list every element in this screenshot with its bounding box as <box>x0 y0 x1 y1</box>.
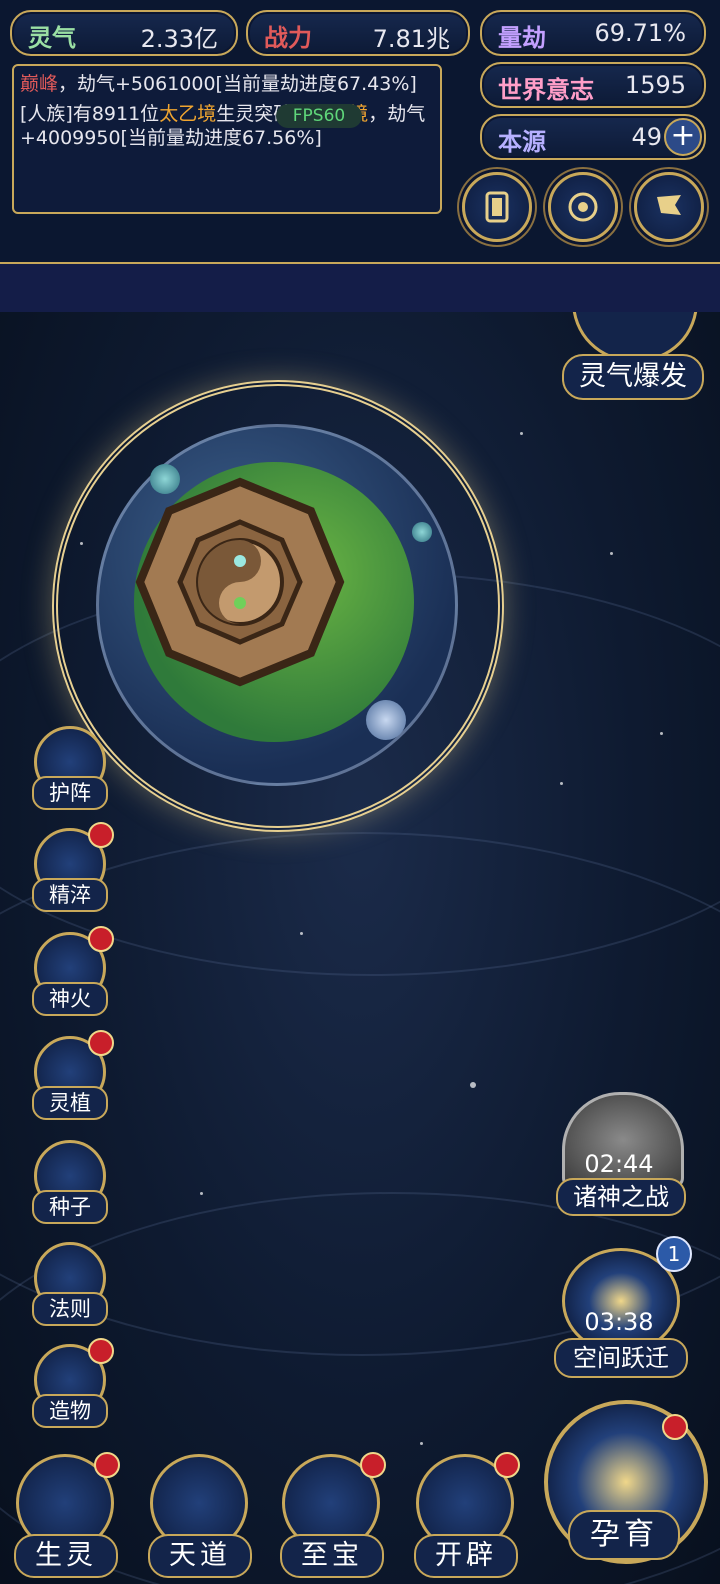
card-icon <box>485 191 509 223</box>
war-timer: 02:44 <box>584 1150 654 1178</box>
side-menu-item[interactable]: 护阵 <box>28 726 108 814</box>
bottom-nav-label: 生灵 <box>14 1534 118 1578</box>
log-text: [人族]有8911位 <box>20 103 160 125</box>
side-menu-label: 护阵 <box>32 776 108 810</box>
world-will-value: 1595 <box>624 71 686 99</box>
bottom-nav-label: 开辟 <box>414 1534 518 1578</box>
world-will-stat[interactable]: 世界意志 1595 <box>480 62 706 108</box>
side-menu-item[interactable]: 灵植 <box>28 1030 114 1124</box>
leap-event[interactable]: 1 03:38 空间跃迁 <box>554 1236 692 1378</box>
zhanli-label: 战力 <box>264 24 312 52</box>
side-menu-item[interactable]: 神火 <box>28 926 114 1020</box>
benyuan-stat[interactable]: 本源 49 + <box>480 114 706 160</box>
flag-icon <box>657 195 681 215</box>
vortex-icon <box>568 192 598 222</box>
incubate-label: 孕育 <box>568 1510 680 1560</box>
burst-button[interactable]: 灵气爆发 <box>562 354 704 400</box>
bagua-icon <box>135 477 345 687</box>
notification-dot <box>88 1338 114 1364</box>
log-entry: 巅峰，劫气+5061000[当前量劫进度67.43%] <box>20 72 434 96</box>
leap-timer: 03:38 <box>584 1308 654 1336</box>
bottom-nav-item[interactable]: 至宝 <box>274 1452 386 1578</box>
moon-large <box>366 700 406 740</box>
war-event[interactable]: 02:44 诸神之战 <box>556 1092 686 1216</box>
side-menu-label: 灵植 <box>32 1086 108 1120</box>
side-menu-label: 神火 <box>32 982 108 1016</box>
notification-dot <box>88 1030 114 1056</box>
bottom-nav-item[interactable]: 开辟 <box>408 1452 520 1578</box>
side-menu-label: 法则 <box>32 1292 108 1326</box>
side-menu-item[interactable]: 精淬 <box>28 822 114 916</box>
side-menu-item[interactable]: 造物 <box>28 1338 114 1432</box>
log-entry: [人族]有8911位太乙境生灵突破至大罗境，劫气+4009950[当前量劫进度6… <box>20 102 434 150</box>
war-label: 诸神之战 <box>556 1178 686 1216</box>
bottom-nav-label: 至宝 <box>280 1534 384 1578</box>
side-menu-item[interactable]: 法则 <box>28 1242 108 1330</box>
benyuan-label: 本源 <box>498 128 546 156</box>
lingqi-label: 灵气 <box>28 24 76 52</box>
side-menu-item[interactable]: 种子 <box>28 1140 108 1228</box>
liangjie-label: 量劫 <box>498 24 546 52</box>
zhanli-stat[interactable]: 战力 7.81兆 <box>246 10 470 56</box>
notification-dot <box>494 1452 520 1478</box>
vortex-button[interactable] <box>548 172 618 242</box>
bottom-nav-item[interactable]: 生灵 <box>8 1452 120 1578</box>
log-highlight: 巅峰 <box>20 73 59 95</box>
hud-divider <box>0 262 720 312</box>
incubate-button[interactable]: 孕育 <box>540 1400 710 1578</box>
event-log: 巅峰，劫气+5061000[当前量劫进度67.43%] [人族]有8911位太乙… <box>12 64 442 214</box>
log-realm: 太乙境 <box>159 103 217 125</box>
bottom-nav-label: 天道 <box>148 1534 252 1578</box>
lingqi-stat[interactable]: 灵气 2.33亿 <box>10 10 238 56</box>
top-hud: 灵气 2.33亿 战力 7.81兆 量劫 69.71% 世界意志 1595 本源… <box>0 0 720 312</box>
world-scene: 灵气爆发 护阵精淬神火灵植种子法则造物 02:44 诸神之战 1 03:38 空… <box>0 312 720 1584</box>
incubate-badge <box>662 1414 688 1440</box>
bottom-nav-item[interactable]: 天道 <box>142 1454 252 1578</box>
leap-badge: 1 <box>656 1236 692 1272</box>
side-menu-label: 精淬 <box>32 878 108 912</box>
card-button[interactable] <box>462 172 532 242</box>
liangjie-value: 69.71% <box>594 19 686 47</box>
notification-dot <box>360 1452 386 1478</box>
flag-button[interactable] <box>634 172 704 242</box>
zhanli-value: 7.81兆 <box>372 25 450 53</box>
side-menu-label: 造物 <box>32 1394 108 1428</box>
world-will-label: 世界意志 <box>498 76 594 104</box>
leap-label: 空间跃迁 <box>554 1338 688 1378</box>
moon-small <box>412 522 432 542</box>
notification-dot <box>88 822 114 848</box>
lingqi-value: 2.33亿 <box>140 25 218 53</box>
add-benyuan-icon[interactable]: + <box>664 118 702 156</box>
liangjie-stat[interactable]: 量劫 69.71% <box>480 10 706 56</box>
moon-small <box>150 464 180 494</box>
fps-counter: FPS60 <box>276 104 362 128</box>
notification-dot <box>88 926 114 952</box>
side-menu-label: 种子 <box>32 1190 108 1224</box>
log-text: ，劫气+5061000[当前量劫进度67.43%] <box>58 73 417 95</box>
notification-dot <box>94 1452 120 1478</box>
benyuan-value: 49 <box>631 123 662 151</box>
